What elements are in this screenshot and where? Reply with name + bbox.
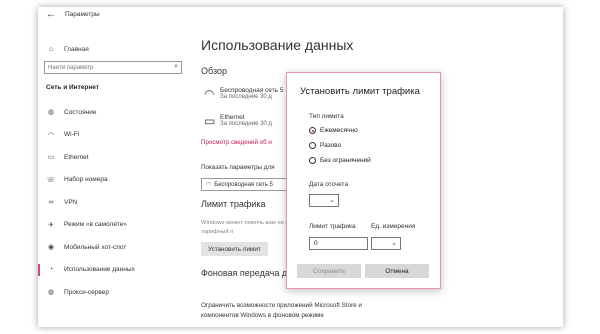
dialog-title: Установить лимит трафика [300, 86, 420, 97]
phone-icon: ☏ [46, 176, 56, 184]
airplane-icon: ✈ [48, 221, 54, 229]
window-title: Параметры [65, 11, 100, 18]
sidebar-item-label: Состояние [64, 108, 97, 116]
sidebar-item-label: Использование данных [64, 266, 135, 274]
home-icon: ⌂ [48, 45, 54, 53]
sidebar-item-status[interactable]: ◍ Состояние [38, 101, 190, 124]
data-usage-icon: ◔ [48, 266, 54, 274]
set-limit-button[interactable]: Установить лимит [201, 242, 268, 256]
radio-unlimited[interactable]: Без ограничений [309, 157, 371, 164]
title-bar: ← Параметры [38, 7, 563, 25]
chevron-down-icon: ⌄ [391, 240, 397, 247]
sidebar-item-vpn[interactable]: ∞ VPN [38, 191, 190, 214]
radio-label: Ежемесячно [320, 127, 358, 134]
wifi-icon: ◠ [204, 87, 215, 101]
cancel-button[interactable]: Отмена [365, 264, 429, 278]
page-title: Использование данных [201, 37, 354, 53]
network-row-wireless: ◠ Беспроводная сеть 5 За последние 30 д [204, 87, 284, 101]
traffic-limit-label: Лимит трафика [309, 223, 356, 230]
sidebar-item-hotspot[interactable]: ◉ Мобильный хот-спот [38, 236, 190, 259]
network-usage: За последние 30 д [220, 94, 272, 100]
network-select-value: Беспроводная сеть 5 [214, 182, 273, 188]
limit-type-label: Тип лимита [309, 113, 344, 120]
sidebar-home[interactable]: ⌂ Главная [46, 43, 89, 55]
background-header: Фоновая передача д [201, 268, 288, 278]
sidebar: ⌂ Главная ⌕ Сеть и Интернет ◍ Состояние … [38, 25, 190, 327]
restrict-text-line2: компонентов Windows в фоновом режиме [201, 312, 324, 319]
search-icon[interactable]: ⌕ [174, 63, 178, 71]
radio-label: Разово [320, 142, 342, 149]
overview-header: Обзор [201, 66, 227, 76]
sidebar-item-data-usage[interactable]: ◔ Использование данных [38, 259, 190, 282]
sidebar-item-label: VPN [64, 198, 78, 206]
restrict-text: Ограничить возможности приложений Micros… [201, 301, 362, 321]
globe-icon: ◍ [47, 289, 55, 297]
ethernet-icon: ▭ [47, 154, 55, 162]
sidebar-item-label: Wi-Fi [64, 131, 80, 139]
network-usage: За последние 30 д [220, 121, 272, 127]
chevron-down-icon: ⌄ [329, 197, 335, 204]
network-name: Беспроводная сеть 5 [220, 87, 284, 94]
sidebar-item-dialup[interactable]: ☏ Набор номера [38, 169, 190, 192]
sidebar-section-header: Сеть и Интернет [46, 84, 100, 91]
radio-button[interactable] [309, 157, 316, 164]
radio-monthly[interactable]: Ежемесячно [309, 127, 358, 134]
sidebar-nav: ◍ Состояние ◠ Wi-Fi ▭ Ethernet ☏ Набор н… [38, 101, 190, 304]
limit-header: Лимит трафика [201, 199, 266, 209]
sidebar-item-label: Набор номера [64, 176, 108, 184]
globe-icon: ◍ [47, 109, 55, 117]
traffic-limit-input[interactable] [309, 237, 368, 250]
show-params-label: Показать параметры для [201, 164, 275, 171]
wifi-icon: ◠ [206, 182, 212, 188]
reset-date-dropdown[interactable]: ⌄ [309, 194, 339, 207]
view-usage-link[interactable]: Просмотр сведений об и [201, 139, 272, 146]
ethernet-icon: ▭ [204, 114, 216, 128]
vpn-icon: ∞ [48, 198, 54, 206]
wifi-icon: ◠ [47, 131, 55, 139]
sidebar-item-airplane[interactable]: ✈ Режим «в самолете» [38, 214, 190, 237]
radio-once[interactable]: Разово [309, 142, 341, 149]
unit-label: Ед. измерения [371, 223, 416, 230]
network-row-ethernet: ▭ Ethernet За последние 30 д [204, 114, 272, 128]
radio-label: Без ограничений [320, 157, 371, 164]
sidebar-item-label: Ethernet [64, 153, 89, 161]
search-input[interactable] [48, 63, 166, 72]
sidebar-item-label: Мобильный хот-спот [64, 243, 127, 251]
sidebar-home-label: Главная [64, 45, 89, 53]
search-box[interactable]: ⌕ [44, 61, 182, 74]
save-button[interactable]: Сохранить [297, 264, 361, 278]
reset-date-label: Дата отсчета [309, 181, 349, 188]
hotspot-icon: ◉ [47, 244, 55, 252]
network-name: Ethernet [220, 114, 245, 121]
sidebar-item-label: Прокси-сервер [64, 288, 109, 296]
sidebar-item-wifi[interactable]: ◠ Wi-Fi [38, 124, 190, 147]
sidebar-item-proxy[interactable]: ◍ Прокси-сервер [38, 281, 190, 304]
restrict-text-line1: Ограничить возможности приложений Micros… [201, 302, 362, 309]
back-arrow-icon[interactable]: ← [46, 9, 56, 20]
sidebar-item-ethernet[interactable]: ▭ Ethernet [38, 146, 190, 169]
radio-button-checked[interactable] [309, 127, 316, 134]
sidebar-item-label: Режим «в самолете» [64, 221, 127, 229]
unit-dropdown[interactable]: ⌄ [371, 237, 401, 250]
set-limit-dialog: Установить лимит трафика Тип лимита Ежем… [286, 72, 441, 289]
radio-button[interactable] [309, 142, 316, 149]
